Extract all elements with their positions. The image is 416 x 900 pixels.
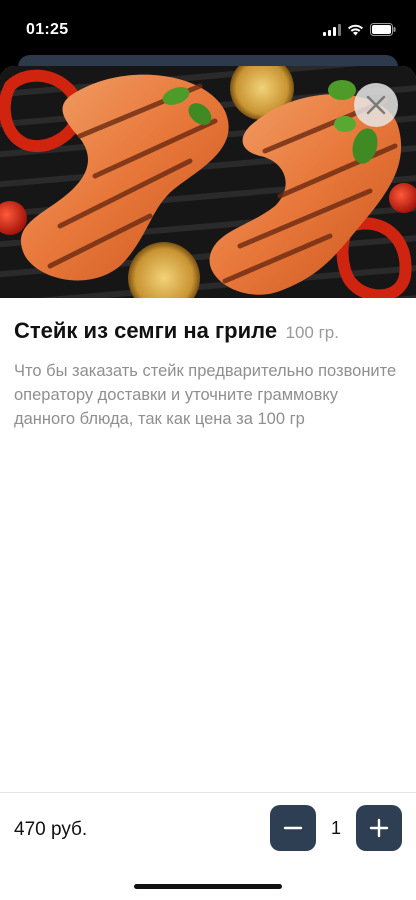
close-icon (366, 95, 386, 115)
status-bar: 01:25 (0, 0, 416, 58)
dish-title: Стейк из семги на гриле (14, 318, 278, 343)
close-button[interactable] (354, 83, 398, 127)
dish-weight: 100 гр. (285, 323, 339, 342)
dish-description: Что бы заказать стейк предварительно поз… (14, 362, 397, 428)
minus-icon (283, 826, 303, 830)
decrease-quantity-button[interactable] (270, 805, 316, 851)
battery-icon (370, 23, 396, 36)
dish-sheet: Стейк из семги на гриле 100 гр. Что бы з… (0, 66, 416, 900)
home-indicator[interactable] (134, 884, 282, 889)
dish-photo (0, 66, 416, 298)
increase-quantity-button[interactable] (356, 805, 402, 851)
price-label: 470 руб. (14, 819, 88, 840)
signal-icon (323, 23, 341, 36)
quantity-value: 1 (330, 818, 341, 838)
status-time: 01:25 (26, 21, 69, 38)
dish-heading: Стейк из семги на гриле 100 гр. (14, 316, 402, 349)
plus-icon (369, 818, 389, 838)
status-icons (323, 23, 396, 36)
wifi-icon (348, 24, 363, 35)
dish-info: Стейк из семги на гриле 100 гр. Что бы з… (14, 316, 402, 431)
